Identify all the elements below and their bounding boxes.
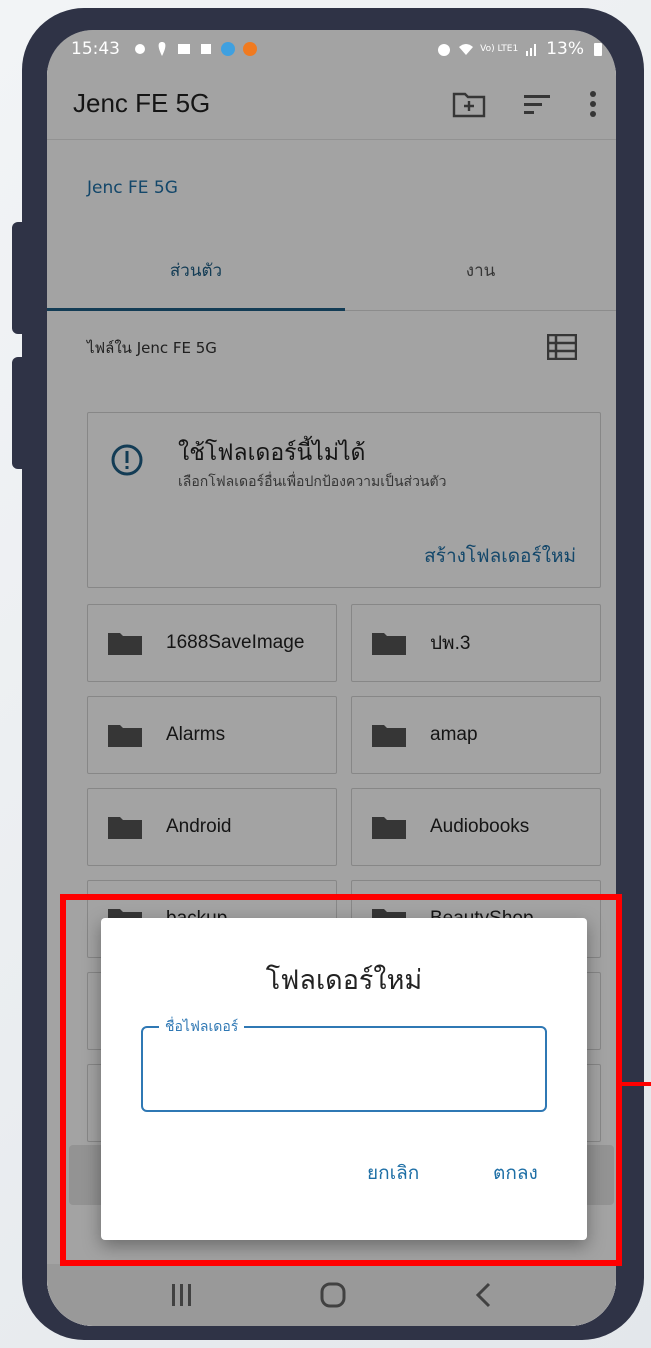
app-badge-icon — [243, 42, 257, 56]
app-icon — [221, 42, 235, 56]
status-bar: 15:43 Vo) LTE1 13% — [47, 30, 616, 68]
alarm-icon — [438, 44, 451, 56]
volume-button — [12, 222, 24, 334]
store-icon — [201, 44, 211, 54]
wifi-icon — [459, 44, 474, 55]
status-time: 15:43 — [71, 39, 120, 59]
highlight-box — [60, 894, 622, 1266]
gallery-icon — [178, 44, 190, 54]
battery-level: 13% — [546, 39, 584, 59]
power-button — [12, 357, 24, 469]
highlight-pointer-line — [622, 1082, 651, 1086]
battery-icon — [594, 43, 602, 56]
notification-icon — [135, 44, 145, 54]
location-icon — [158, 42, 166, 56]
signal-icon — [526, 44, 537, 56]
network-indicator: Vo) LTE1 — [480, 44, 519, 54]
